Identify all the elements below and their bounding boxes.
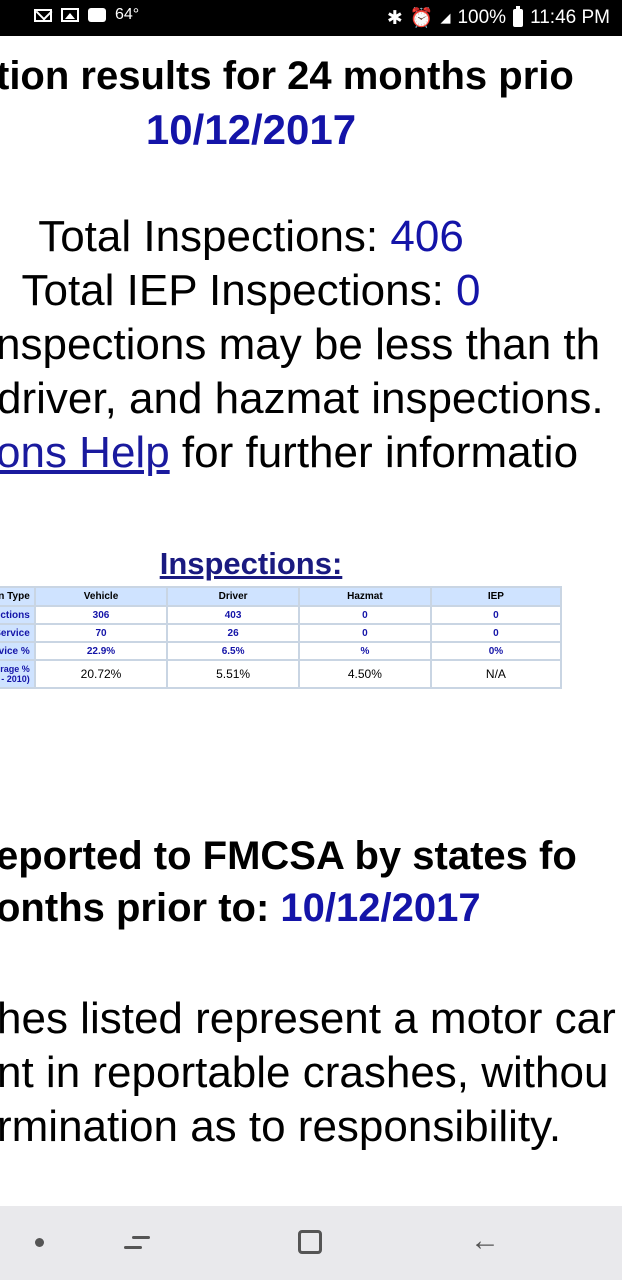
total-inspections-value: 406 [390, 212, 464, 261]
table-row: rvice % 22.9% 6.5% % 0% [0, 643, 560, 659]
battery-percent: 100% [457, 7, 507, 28]
total-inspections: Total Inspections: 406 [0, 212, 562, 262]
table-cell: % [299, 643, 430, 659]
bluetooth-icon: ✱ [386, 7, 403, 29]
table-header-cell: Driver [168, 588, 298, 605]
total-iep-value: 0 [456, 266, 481, 315]
table-cell: 20.72% [35, 661, 167, 687]
table-cell: 0% [431, 643, 560, 659]
section-heading: tion results for 24 months prio [0, 54, 574, 98]
table-row: Service 70 26 0 0 [0, 625, 560, 641]
home-button-icon[interactable] [298, 1230, 322, 1254]
temperature: 64° [115, 6, 140, 23]
table-header-cell: on Type [0, 588, 34, 605]
table-cell: 403 [168, 607, 298, 623]
clock: 11:46 PM [530, 7, 610, 28]
table-cell: 5.51% [168, 661, 298, 687]
table-cell: 4.50% [299, 661, 430, 687]
row-label: rvice % [0, 643, 34, 659]
inspections-table: on Type Vehicle Driver Hazmat IEP ection… [0, 586, 562, 689]
total-iep-inspections: Total IEP Inspections: 0 [0, 266, 562, 316]
table-cell: N/A [431, 661, 560, 687]
table-header-row: on Type Vehicle Driver Hazmat IEP [0, 588, 560, 605]
table-cell: 22.9% [35, 643, 167, 659]
crash-heading-date: 10/12/2017 [280, 886, 481, 930]
section-date: 10/12/2017 [145, 106, 357, 153]
table-row: ections 306 403 0 0 [0, 607, 560, 623]
total-inspections-label: Total Inspections: [38, 212, 391, 261]
crash-heading-text: onths prior to: [0, 886, 281, 930]
row-label: Service [0, 625, 34, 641]
crash-para-line-3: rmination as to responsibility. [0, 1102, 562, 1151]
crash-para-line-2: nt in reportable crashes, withou [0, 1048, 609, 1097]
battery-icon [513, 6, 524, 27]
inspections-help-link[interactable]: ons Help [0, 428, 170, 477]
table-cell: 0 [431, 607, 560, 623]
signal-icon: ◢ [440, 10, 451, 25]
alarm-icon: ⏰ [409, 8, 434, 29]
table-cell: 70 [35, 625, 167, 641]
table-cell: 0 [299, 607, 430, 623]
table-row: erage % - 2010) 20.72% 5.51% 4.50% N/A [0, 661, 560, 687]
table-header-cell: IEP [431, 588, 560, 605]
web-page[interactable]: tion results for 24 months prio 10/12/20… [0, 36, 622, 1206]
table-header-cell: Vehicle [35, 588, 167, 605]
inspections-table-title: Inspections: [159, 546, 343, 581]
screenshot-icon [88, 8, 106, 22]
note-line-2: driver, and hazmat inspections. [0, 374, 604, 423]
recent-apps-icon[interactable] [124, 1230, 150, 1254]
help-line-rest: for further informatio [169, 428, 579, 477]
table-header-cell: Hazmat [299, 588, 430, 605]
crash-heading-line-1: eported to FMCSA by states fo [0, 834, 577, 878]
row-label: ections [0, 607, 34, 623]
mail-icon [34, 8, 52, 22]
table-cell: 0 [431, 625, 560, 641]
note-line-1: nspections may be less than th [0, 320, 601, 369]
table-cell: 306 [35, 607, 167, 623]
total-iep-label: Total IEP Inspections: [21, 266, 457, 315]
table-cell: 0 [299, 625, 430, 641]
table-cell: 26 [168, 625, 298, 641]
status-bar: 64° ✱ ⏰ ◢ 100% 11:46 PM [0, 0, 622, 36]
crash-heading-line-2: onths prior to: 10/12/2017 [0, 886, 618, 931]
image-icon [61, 8, 79, 22]
nav-dot-icon[interactable] [35, 1238, 44, 1247]
table-cell: 6.5% [168, 643, 298, 659]
help-line: ons Help for further informatio [0, 428, 618, 478]
crash-para-line-1: hes listed represent a motor car [0, 994, 616, 1043]
row-label: erage % - 2010) [0, 661, 34, 687]
navigation-bar: ← [0, 1206, 622, 1280]
back-arrow-icon[interactable]: ← [470, 1226, 500, 1256]
